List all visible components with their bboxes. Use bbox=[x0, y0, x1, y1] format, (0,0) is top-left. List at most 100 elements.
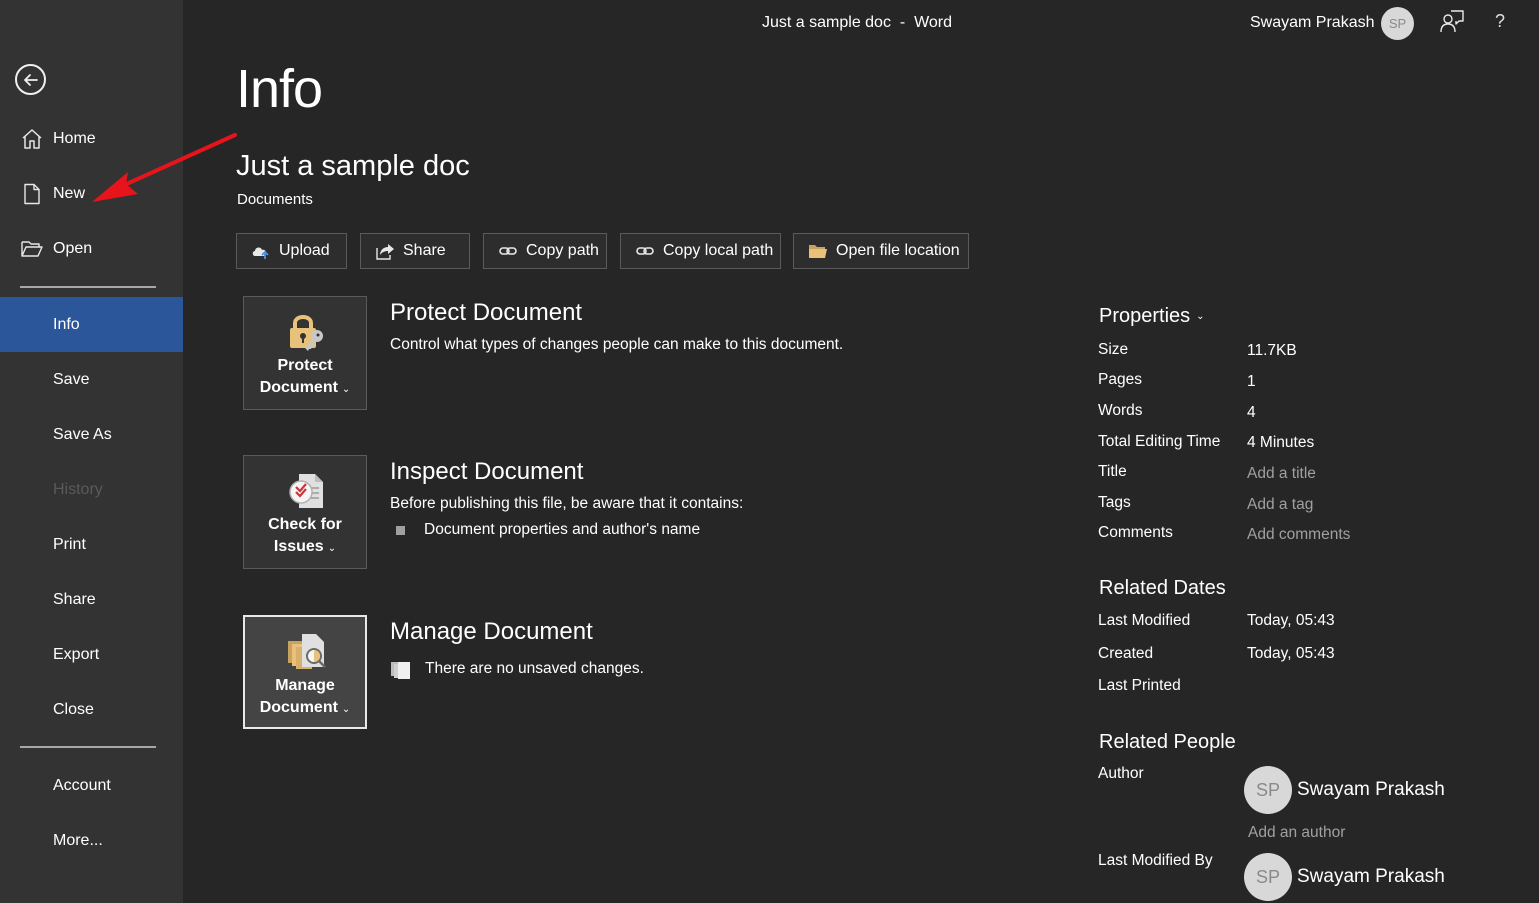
page-title: Info bbox=[236, 59, 323, 119]
copy-path-label: Copy path bbox=[526, 242, 599, 259]
bullet-icon bbox=[396, 526, 405, 535]
folder-open-icon bbox=[21, 240, 43, 257]
share-button[interactable]: Share bbox=[360, 233, 470, 269]
prop-input-comments[interactable]: Add comments bbox=[1247, 526, 1350, 544]
author-name[interactable]: Swayam Prakash bbox=[1297, 779, 1445, 801]
account-user-name[interactable]: Swayam Prakash bbox=[1250, 14, 1375, 32]
home-icon bbox=[22, 128, 42, 149]
sidebar-item-export[interactable]: Export bbox=[0, 627, 183, 682]
prop-label-words: Words bbox=[1098, 402, 1143, 419]
sidebar-item-info[interactable]: Info bbox=[0, 297, 183, 352]
check-for-issues-button[interactable]: Check for Issues ⌄ bbox=[243, 455, 367, 569]
manage-document-label: Manage Document ⌄ bbox=[259, 677, 351, 716]
sidebar-item-label: Export bbox=[53, 645, 100, 663]
inspect-document-title: Inspect Document bbox=[390, 458, 584, 485]
sidebar-item-label: Share bbox=[53, 590, 96, 608]
prop-label-editing-time: Total Editing Time bbox=[1098, 433, 1221, 450]
chevron-down-icon: ⌄ bbox=[327, 543, 337, 554]
feedback-icon[interactable] bbox=[1439, 9, 1465, 35]
sidebar-item-new[interactable]: New bbox=[0, 166, 183, 221]
sidebar-item-account[interactable]: Account bbox=[0, 758, 183, 813]
sidebar-item-label: Save bbox=[53, 370, 90, 388]
inspect-document-desc: Before publishing this file, be aware th… bbox=[390, 495, 744, 512]
sidebar-item-close[interactable]: Close bbox=[0, 682, 183, 737]
link-icon bbox=[635, 242, 655, 260]
sidebar-divider bbox=[20, 286, 156, 288]
chevron-down-icon: ⌄ bbox=[341, 384, 351, 395]
prop-value-editing-time: 4 Minutes bbox=[1247, 434, 1315, 451]
related-people-header: Related People bbox=[1099, 731, 1236, 753]
check-for-issues-label: Check for Issues ⌄ bbox=[268, 516, 342, 555]
upload-label: Upload bbox=[279, 242, 330, 259]
prop-input-title[interactable]: Add a title bbox=[1247, 465, 1316, 483]
document-location: Documents bbox=[237, 191, 313, 208]
prop-label-last-modified-by: Last Modified By bbox=[1098, 852, 1213, 869]
copy-local-path-button[interactable]: Copy local path bbox=[620, 233, 781, 269]
prop-value-size: 11.7KB bbox=[1247, 342, 1297, 359]
copy-local-path-label: Copy local path bbox=[663, 242, 774, 259]
prop-label-pages: Pages bbox=[1098, 371, 1142, 388]
prop-label-comments: Comments bbox=[1098, 524, 1173, 541]
protect-document-title: Protect Document bbox=[390, 299, 583, 326]
copy-path-button[interactable]: Copy path bbox=[483, 233, 607, 269]
sidebar-item-label: Save As bbox=[53, 425, 112, 443]
back-button[interactable] bbox=[15, 64, 46, 95]
help-icon[interactable]: ? bbox=[1495, 11, 1505, 32]
manage-document-title: Manage Document bbox=[390, 618, 593, 645]
protect-document-button[interactable]: Protect Document ⌄ bbox=[243, 296, 367, 410]
sidebar-item-print[interactable]: Print bbox=[0, 517, 183, 572]
prop-value-pages: 1 bbox=[1247, 373, 1256, 390]
open-file-location-button[interactable]: Open file location bbox=[793, 233, 969, 269]
sidebar-item-label: New bbox=[53, 184, 86, 202]
sidebar-item-home[interactable]: Home bbox=[0, 111, 183, 166]
prop-input-tags[interactable]: Add a tag bbox=[1247, 496, 1313, 514]
last-modified-by-name[interactable]: Swayam Prakash bbox=[1297, 866, 1445, 888]
inspect-document-icon bbox=[289, 474, 323, 508]
sidebar-item-label: Home bbox=[53, 129, 96, 147]
sidebar-item-label: Info bbox=[53, 315, 80, 333]
new-document-icon bbox=[24, 183, 40, 204]
documents-stack-icon bbox=[391, 662, 410, 679]
upload-button[interactable]: Upload bbox=[236, 233, 347, 269]
sidebar-item-more[interactable]: More... bbox=[0, 813, 183, 868]
cloud-upload-icon bbox=[251, 242, 271, 260]
sidebar-item-open[interactable]: Open bbox=[0, 221, 183, 276]
prop-label-size: Size bbox=[1098, 341, 1129, 358]
prop-value-last-modified: Today, 05:43 bbox=[1247, 612, 1335, 629]
prop-label-last-modified: Last Modified bbox=[1098, 612, 1191, 629]
manage-document-desc: There are no unsaved changes. bbox=[425, 660, 644, 677]
manage-document-icon bbox=[288, 634, 326, 669]
last-modified-by-avatar[interactable]: SP bbox=[1244, 853, 1292, 901]
link-icon bbox=[498, 242, 518, 260]
sidebar-item-label: History bbox=[53, 480, 103, 498]
account-avatar[interactable]: SP bbox=[1381, 7, 1414, 40]
sidebar-item-label: More... bbox=[53, 831, 103, 849]
chevron-down-icon: ⌄ bbox=[1196, 311, 1205, 323]
document-name: Just a sample doc bbox=[236, 150, 470, 182]
backstage-sidebar: Home New Open Info Save Save As History … bbox=[0, 0, 183, 903]
prop-label-tags: Tags bbox=[1098, 494, 1131, 511]
sidebar-item-label: Close bbox=[53, 700, 94, 718]
sidebar-item-label: Account bbox=[53, 776, 111, 794]
protect-document-desc: Control what types of changes people can… bbox=[390, 336, 844, 353]
inspect-document-item: Document properties and author's name bbox=[424, 521, 701, 538]
related-dates-header: Related Dates bbox=[1099, 577, 1226, 599]
add-author-input[interactable]: Add an author bbox=[1248, 824, 1345, 842]
sidebar-item-save-as[interactable]: Save As bbox=[0, 407, 183, 462]
lock-key-icon bbox=[290, 315, 323, 351]
open-file-location-label: Open file location bbox=[836, 242, 960, 259]
prop-label-title: Title bbox=[1098, 463, 1127, 480]
chevron-down-icon: ⌄ bbox=[341, 704, 351, 715]
manage-document-button[interactable]: Manage Document ⌄ bbox=[243, 615, 367, 729]
sidebar-item-label: Print bbox=[53, 535, 86, 553]
protect-document-label: Protect Document ⌄ bbox=[259, 357, 351, 396]
properties-dropdown[interactable]: Properties ⌄ bbox=[1099, 305, 1205, 328]
sidebar-item-save[interactable]: Save bbox=[0, 352, 183, 407]
properties-header: Properties bbox=[1099, 305, 1191, 327]
window-title: Just a sample doc - Word bbox=[762, 14, 952, 31]
sidebar-item-share[interactable]: Share bbox=[0, 572, 183, 627]
sidebar-item-label: Open bbox=[53, 239, 93, 257]
author-avatar[interactable]: SP bbox=[1244, 766, 1292, 814]
share-label: Share bbox=[403, 242, 446, 259]
share-icon bbox=[375, 242, 395, 260]
